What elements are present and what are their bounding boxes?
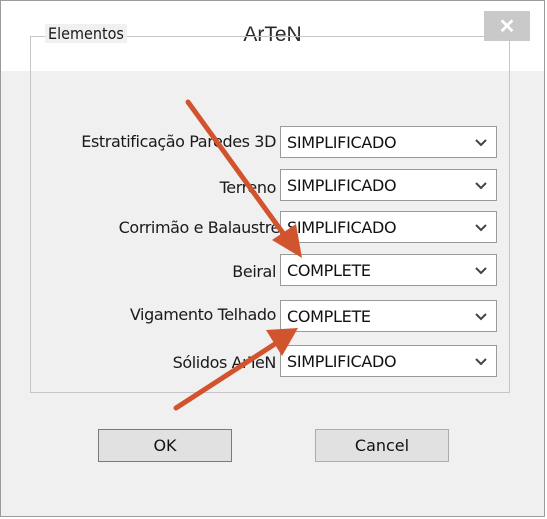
ok-button[interactable]: OK: [98, 429, 232, 462]
label-beiral: Beiral: [232, 262, 276, 281]
combo-terreno[interactable]: SIMPLIFICADO: [280, 169, 497, 201]
combo-value: SIMPLIFICADO: [287, 176, 397, 195]
chevron-down-icon: [475, 358, 487, 366]
combo-value: COMPLETE: [287, 307, 371, 326]
close-icon: ✕: [498, 15, 516, 38]
chevron-down-icon: [475, 182, 487, 190]
group-legend: Elementos: [45, 24, 127, 43]
combo-value: SIMPLIFICADO: [287, 352, 397, 371]
label-solidos: Sólidos ArTeN: [172, 353, 277, 372]
combo-value: SIMPLIFICADO: [287, 218, 397, 237]
label-corrimao: Corrimão e Balaustre: [118, 218, 281, 237]
combo-corrimao[interactable]: SIMPLIFICADO: [280, 211, 497, 243]
combo-solidos[interactable]: SIMPLIFICADO: [280, 345, 497, 377]
label-terreno: Terreno: [219, 178, 277, 197]
combo-value: SIMPLIFICADO: [287, 133, 397, 152]
label-vigamento: Vigamento Telhado: [129, 305, 277, 324]
chevron-down-icon: [475, 224, 487, 232]
combo-vigamento[interactable]: COMPLETE: [280, 300, 497, 332]
combo-value: COMPLETE: [287, 261, 371, 280]
chevron-down-icon: [475, 139, 487, 147]
chevron-down-icon: [475, 313, 487, 321]
combo-beiral[interactable]: COMPLETE: [280, 254, 497, 286]
combo-estratificacao[interactable]: SIMPLIFICADO: [280, 126, 497, 158]
cancel-button[interactable]: Cancel: [315, 429, 449, 462]
chevron-down-icon: [475, 267, 487, 275]
label-estratificacao: Estratificação Paredes 3D: [81, 132, 276, 151]
